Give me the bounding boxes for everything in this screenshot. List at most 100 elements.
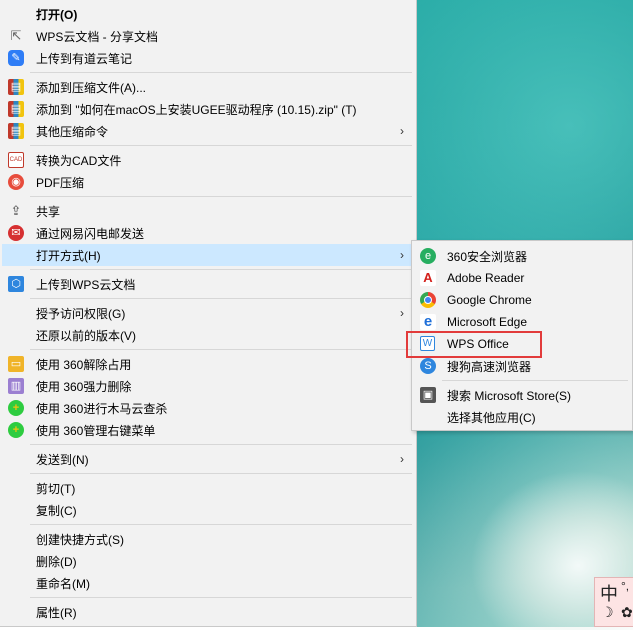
menu-item-grant-access[interactable]: 授予访问权限(G) › xyxy=(2,302,414,324)
submenu-item-label: Adobe Reader xyxy=(447,271,525,285)
chevron-right-icon: › xyxy=(400,306,404,320)
menu-item-add-archive[interactable]: ▤ 添加到压缩文件(A)... xyxy=(2,76,414,98)
menu-item-label: 重命名(M) xyxy=(36,576,90,591)
menu-item-rename[interactable]: 重命名(M) xyxy=(2,572,414,594)
menu-item-label: 授予访问权限(G) xyxy=(36,306,126,321)
chevron-right-icon: › xyxy=(400,124,404,138)
menu-item-wps-share[interactable]: ⇱ WPS云文档 - 分享文档 xyxy=(2,25,414,47)
submenu-item-label: 搜索 Microsoft Store(S) xyxy=(447,388,572,403)
menu-item-label: 上传到有道云笔记 xyxy=(36,51,133,66)
submenu-item-microsoft-edge[interactable]: e Microsoft Edge xyxy=(414,311,630,333)
menu-item-upload-wps[interactable]: ⬡ 上传到WPS云文档 xyxy=(2,273,414,295)
ime-indicator[interactable]: 中 °, ☽ ✿ xyxy=(594,577,633,627)
submenu-item-label: 360安全浏览器 xyxy=(447,249,528,264)
menu-separator xyxy=(30,473,412,474)
menu-item-label: 创建快捷方式(S) xyxy=(36,532,124,547)
menu-item-label: 使用 360管理右键菜单 xyxy=(36,423,156,438)
menu-item-label: 通过网易闪电邮发送 xyxy=(36,226,145,241)
submenu-item-choose-other[interactable]: 选择其他应用(C) xyxy=(414,406,630,428)
archive-icon: ▤ xyxy=(8,101,24,117)
menu-item-label: 添加到压缩文件(A)... xyxy=(36,80,146,95)
menu-separator xyxy=(30,444,412,445)
archive-icon: ▤ xyxy=(8,79,24,95)
ime-punct-icon: °, xyxy=(621,579,630,593)
submenu-item-360-browser[interactable]: e 360安全浏览器 xyxy=(414,245,630,267)
menu-item-share[interactable]: ⇪ 共享 xyxy=(2,200,414,222)
submenu-item-sogou-browser[interactable]: S 搜狗高速浏览器 xyxy=(414,355,630,377)
menu-item-restore-versions[interactable]: 还原以前的版本(V) xyxy=(2,324,414,346)
menu-item-label: 打开方式(H) xyxy=(36,248,101,263)
archive-icon: ▤ xyxy=(8,123,24,139)
menu-item-360-unlock[interactable]: ▭ 使用 360解除占用 xyxy=(2,353,414,375)
edge-icon: e xyxy=(420,314,436,330)
wps-cloud-icon: ⬡ xyxy=(8,276,24,292)
share-icon: ⇪ xyxy=(10,203,22,218)
menu-item-label: 使用 360进行木马云查杀 xyxy=(36,401,168,416)
menu-item-label: PDF压缩 xyxy=(36,175,85,190)
chevron-right-icon: › xyxy=(400,248,404,262)
menu-separator xyxy=(30,524,412,525)
menu-item-properties[interactable]: 属性(R) xyxy=(2,601,414,623)
menu-item-other-compress[interactable]: ▤ 其他压缩命令 › xyxy=(2,120,414,142)
menu-item-convert-cad[interactable]: CAD 转换为CAD文件 xyxy=(2,149,414,171)
submenu-item-label: Google Chrome xyxy=(447,293,532,307)
360-icon: + xyxy=(8,422,24,438)
submenu-item-google-chrome[interactable]: Google Chrome xyxy=(414,289,630,311)
menu-item-label: 添加到 "如何在macOS上安装UGEE驱动程序 (10.15).zip" (T… xyxy=(36,102,357,117)
shredder-icon: ▥ xyxy=(8,378,24,394)
menu-item-youdao-note[interactable]: ✎ 上传到有道云笔记 xyxy=(2,47,414,69)
menu-separator xyxy=(30,196,412,197)
menu-item-label: 还原以前的版本(V) xyxy=(36,328,136,343)
share-icon: ⇱ xyxy=(10,28,22,43)
cad-icon: CAD xyxy=(8,152,24,168)
menu-item-pdf-compress[interactable]: ◉ PDF压缩 xyxy=(2,171,414,193)
menu-item-label: 使用 360解除占用 xyxy=(36,357,132,372)
menu-item-create-shortcut[interactable]: 创建快捷方式(S) xyxy=(2,528,414,550)
ime-language: 中 xyxy=(600,584,618,605)
menu-item-360-scan[interactable]: + 使用 360进行木马云查杀 xyxy=(2,397,414,419)
menu-item-360-manage[interactable]: + 使用 360管理右键菜单 xyxy=(2,419,414,441)
folder-icon: ▭ xyxy=(8,356,24,372)
menu-item-label: 剪切(T) xyxy=(36,481,76,496)
menu-item-label: 复制(C) xyxy=(36,503,77,518)
submenu-item-store-search[interactable]: ▣ 搜索 Microsoft Store(S) xyxy=(414,384,630,406)
menu-item-open-with[interactable]: 打开方式(H) › xyxy=(2,244,414,266)
menu-separator xyxy=(30,145,412,146)
360-browser-icon: e xyxy=(420,248,436,264)
menu-separator xyxy=(30,597,412,598)
menu-item-label: 属性(R) xyxy=(36,605,77,620)
menu-item-360-force-delete[interactable]: ▥ 使用 360强力删除 xyxy=(2,375,414,397)
menu-item-label: 转换为CAD文件 xyxy=(36,153,122,168)
sogou-browser-icon: S xyxy=(420,358,436,374)
submenu-item-label: Microsoft Edge xyxy=(447,315,528,329)
menu-item-netease-mail[interactable]: ✉ 通过网易闪电邮发送 xyxy=(2,222,414,244)
menu-item-label: 发送到(N) xyxy=(36,452,89,467)
menu-separator xyxy=(30,349,412,350)
menu-item-label: 共享 xyxy=(36,204,61,219)
menu-item-label: WPS云文档 - 分享文档 xyxy=(36,29,158,44)
youdao-note-icon: ✎ xyxy=(8,50,24,66)
moon-icon: ☽ xyxy=(601,604,614,620)
menu-item-open[interactable]: 打开(O) xyxy=(2,3,414,25)
menu-item-delete[interactable]: 删除(D) xyxy=(2,550,414,572)
store-icon: ▣ xyxy=(420,387,436,403)
360-icon: + xyxy=(8,400,24,416)
menu-item-label: 打开(O) xyxy=(36,7,78,22)
menu-item-label: 使用 360强力删除 xyxy=(36,379,132,394)
menu-item-cut[interactable]: 剪切(T) xyxy=(2,477,414,499)
menu-item-copy[interactable]: 复制(C) xyxy=(2,499,414,521)
menu-item-label: 删除(D) xyxy=(36,554,77,569)
netease-mail-icon: ✉ xyxy=(8,225,24,241)
gear-icon: ✿ xyxy=(621,604,633,620)
context-menu: 打开(O) ⇱ WPS云文档 - 分享文档 ✎ 上传到有道云笔记 ▤ 添加到压缩… xyxy=(0,0,417,627)
menu-item-add-zip[interactable]: ▤ 添加到 "如何在macOS上安装UGEE驱动程序 (10.15).zip" … xyxy=(2,98,414,120)
submenu-item-label: 选择其他应用(C) xyxy=(447,410,536,425)
menu-item-label: 上传到WPS云文档 xyxy=(36,277,136,292)
menu-item-send-to[interactable]: 发送到(N) › xyxy=(2,448,414,470)
submenu-separator xyxy=(442,380,628,381)
adobe-reader-icon: A xyxy=(420,270,436,286)
menu-item-label: 其他压缩命令 xyxy=(36,124,109,139)
pdf-icon: ◉ xyxy=(8,174,24,190)
submenu-item-adobe-reader[interactable]: A Adobe Reader xyxy=(414,267,630,289)
menu-separator xyxy=(30,72,412,73)
